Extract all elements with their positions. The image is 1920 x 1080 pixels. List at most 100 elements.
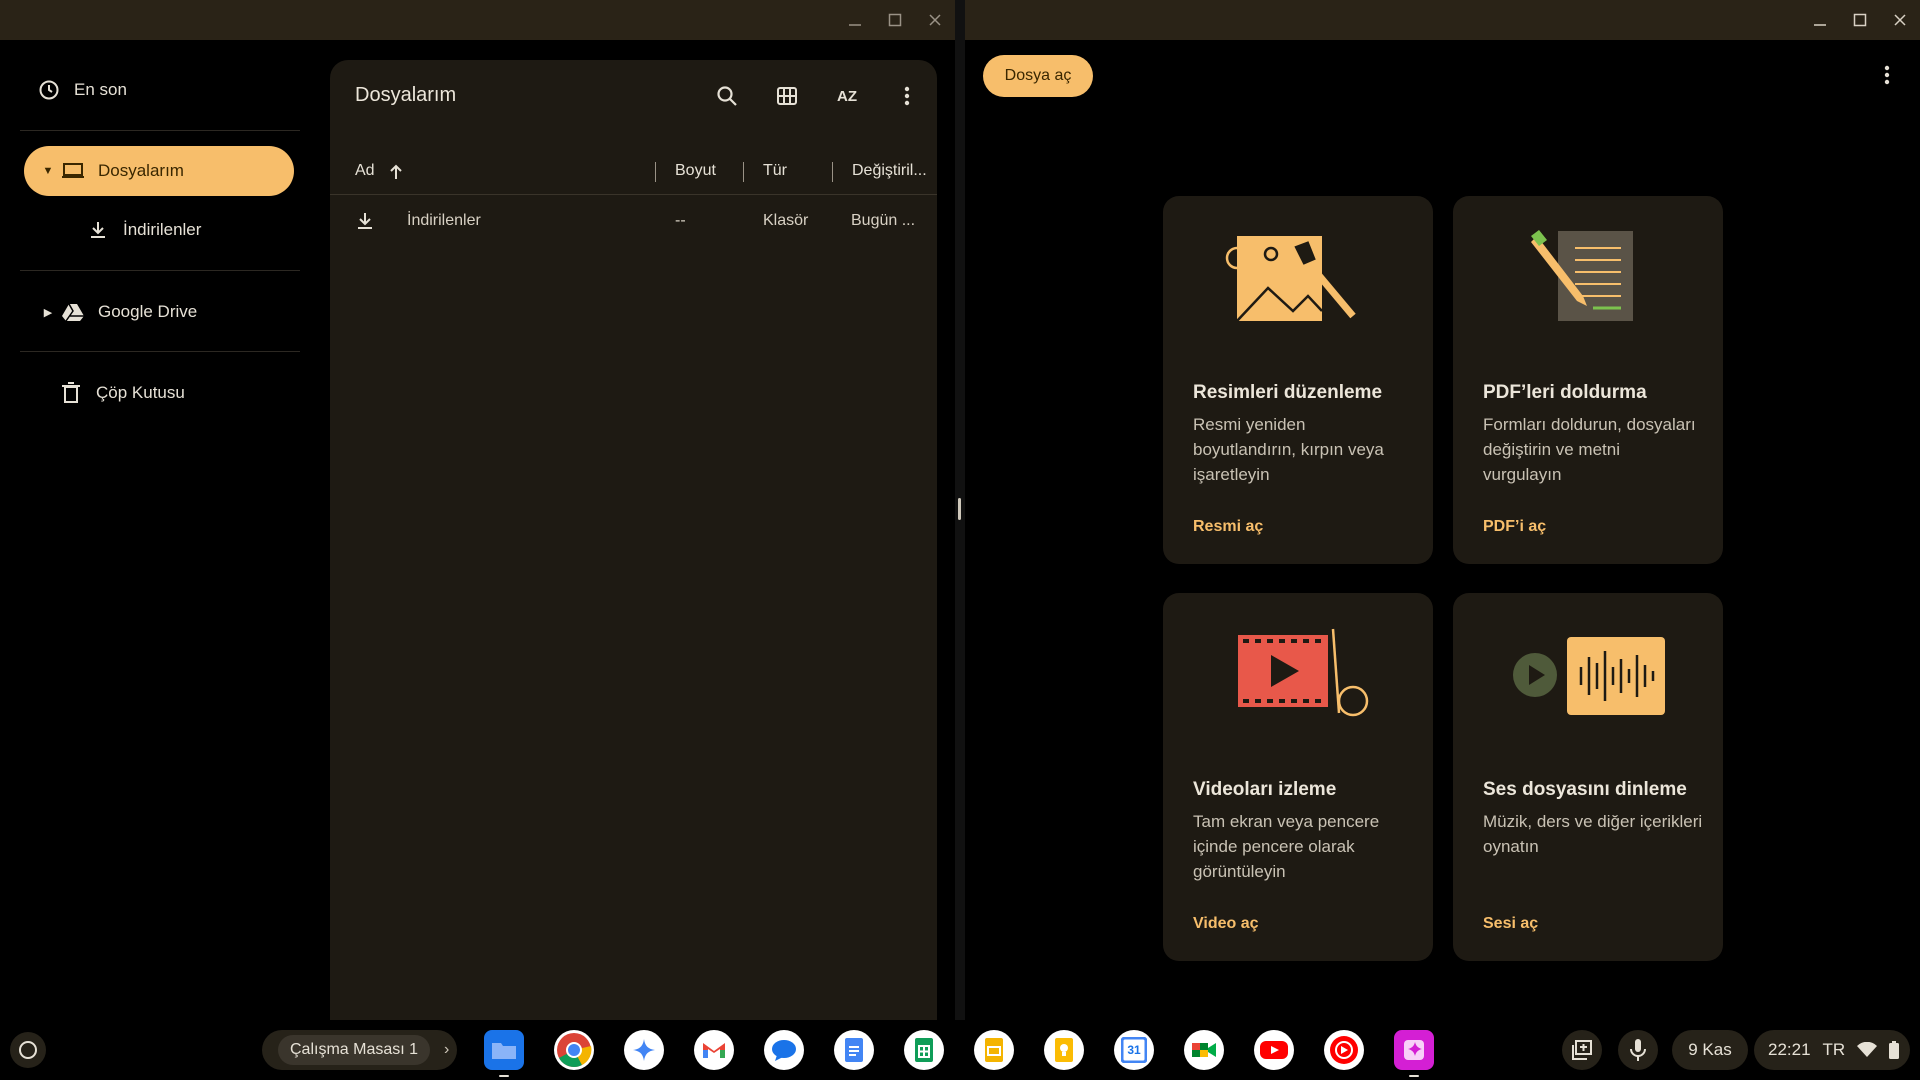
sidebar-item-google-drive[interactable]: ▶ Google Drive [40,287,197,337]
input-method: TR [1822,1040,1846,1059]
app-meet[interactable] [1184,1030,1224,1070]
caret-right-icon[interactable]: ▶ [40,306,56,319]
sidebar-item-label: Çöp Kutusu [96,383,185,402]
sidebar-item-label: Dosyalarım [98,161,184,180]
column-header-modified[interactable]: Değiştiril... [852,162,927,180]
column-divider[interactable] [743,162,744,182]
app-youtube-music[interactable] [1324,1030,1364,1070]
sidebar-item-my-files[interactable]: ▼ Dosyalarım [24,146,294,196]
sidebar-item-trash[interactable]: Çöp Kutusu [58,368,185,418]
resize-handle[interactable] [958,498,961,520]
sidebar-item-label: En son [74,80,127,99]
grid-view-button[interactable] [767,76,807,116]
card-watch-videos: Videoları izleme Tam ekran veya pencere … [1163,593,1433,961]
app-files[interactable] [484,1030,524,1070]
divider [20,270,300,271]
sidebar-item-recent[interactable]: En son [36,65,127,115]
clock-time: 22:21 [1768,1040,1811,1059]
sidebar-item-label: İndirilenler [123,220,202,239]
google-drive-icon [60,299,86,325]
maximize-button[interactable] [1840,0,1880,40]
app-messages[interactable] [764,1030,804,1070]
open-pdf-link[interactable]: PDF’i aç [1483,518,1546,536]
app-youtube[interactable] [1254,1030,1294,1070]
app-slides[interactable] [974,1030,1014,1070]
split-view-divider[interactable] [955,0,965,1020]
more-options-button[interactable] [1872,60,1902,90]
open-image-link[interactable]: Resmi aç [1193,518,1263,536]
row-type: Klasör [763,212,809,229]
dictation-button[interactable] [1618,1030,1658,1070]
grid-icon [777,87,797,105]
column-divider[interactable] [655,162,656,182]
desk-label: Çalışma Masası 1 [278,1035,431,1065]
maximize-button[interactable] [875,0,915,40]
minimize-button[interactable] [1800,0,1840,40]
download-icon [85,217,111,243]
column-header-type[interactable]: Tür [763,162,787,180]
minimize-button[interactable] [835,0,875,40]
table-row[interactable]: İndirilenler -- Klasör Bugün ... [330,198,937,246]
card-title: Resimleri düzenleme [1193,382,1383,403]
divider [20,130,300,131]
app-gallery[interactable] [1394,1030,1434,1070]
sheets-icon [915,1038,933,1062]
shelf: Çalışma Masası 1 › 31 9 Kas 22:21 TR [0,1020,1920,1080]
open-video-link[interactable]: Video aç [1193,915,1259,933]
app-docs[interactable] [834,1030,874,1070]
slides-icon [985,1038,1003,1062]
pdf-fill-illustration-icon [1531,230,1633,321]
sparkle-icon [633,1039,655,1061]
open-audio-link[interactable]: Sesi aç [1483,915,1538,933]
tote-button[interactable] [1562,1030,1602,1070]
column-divider[interactable] [832,162,833,182]
close-button[interactable] [915,0,955,40]
row-size: -- [675,212,686,229]
status-tray[interactable]: 22:21 TR [1754,1030,1910,1070]
sidebar-item-label: Google Drive [98,302,198,321]
app-gmail[interactable] [694,1030,734,1070]
app-gemini[interactable] [624,1030,664,1070]
folder-icon [492,1043,516,1059]
app-sheets[interactable] [904,1030,944,1070]
gmail-icon [703,1043,725,1058]
card-fill-pdfs: PDF’leri doldurma Formları doldurun, dos… [1453,196,1723,564]
files-sidebar: En son ▼ Dosyalarım İndirilenler ▶ Googl… [0,40,320,1020]
launcher-circle-icon [19,1041,37,1059]
chevron-right-icon[interactable]: › [444,1041,449,1059]
open-file-button[interactable]: Dosya aç [983,55,1093,97]
running-indicator [499,1075,509,1077]
app-chrome[interactable] [554,1030,594,1070]
card-edit-images: Resimleri düzenleme Resmi yeniden boyutl… [1163,196,1433,564]
wifi-icon [1857,1042,1878,1057]
app-calendar[interactable]: 31 [1114,1030,1154,1070]
files-titlebar [0,0,955,40]
arrow-up-icon[interactable] [388,163,404,181]
sort-az-icon: AZ [837,87,857,105]
desk-button[interactable]: Çalışma Masası 1 › [262,1030,457,1070]
chrome-icon [557,1033,592,1067]
search-button[interactable] [707,76,747,116]
files-window: En son ▼ Dosyalarım İndirilenler ▶ Googl… [0,0,955,1020]
column-header-size[interactable]: Boyut [675,162,716,180]
panel-toolbar: AZ [707,76,927,116]
date-tray[interactable]: 9 Kas [1672,1030,1748,1070]
sort-button[interactable]: AZ [827,76,867,116]
launcher-button[interactable] [10,1032,46,1068]
app-keep[interactable] [1044,1030,1084,1070]
card-description: Resmi yeniden boyutlandırın, kırpın veya… [1193,415,1384,484]
more-options-button[interactable] [887,76,927,116]
close-button[interactable] [1880,0,1920,40]
files-panel: Dosyalarım AZ Ad Boyut Tür Değiştiril... [330,60,937,1020]
divider [20,351,300,352]
column-header-name[interactable]: Ad [355,162,375,180]
sidebar-item-downloads[interactable]: İndirilenler [85,205,201,255]
youtube-music-icon [1330,1036,1358,1064]
row-modified: Bugün ... [851,212,916,229]
card-description: Müzik, ders ve diğer içerikleri oynatın [1483,812,1703,856]
page-title: Dosyalarım [355,84,457,106]
gallery-window: Dosya aç Resimleri düzenleme Resmi yenid… [965,0,1920,1020]
caret-down-icon[interactable]: ▼ [40,165,56,177]
calendar-day: 31 [1127,1043,1141,1057]
chat-bubble-icon [772,1040,796,1061]
